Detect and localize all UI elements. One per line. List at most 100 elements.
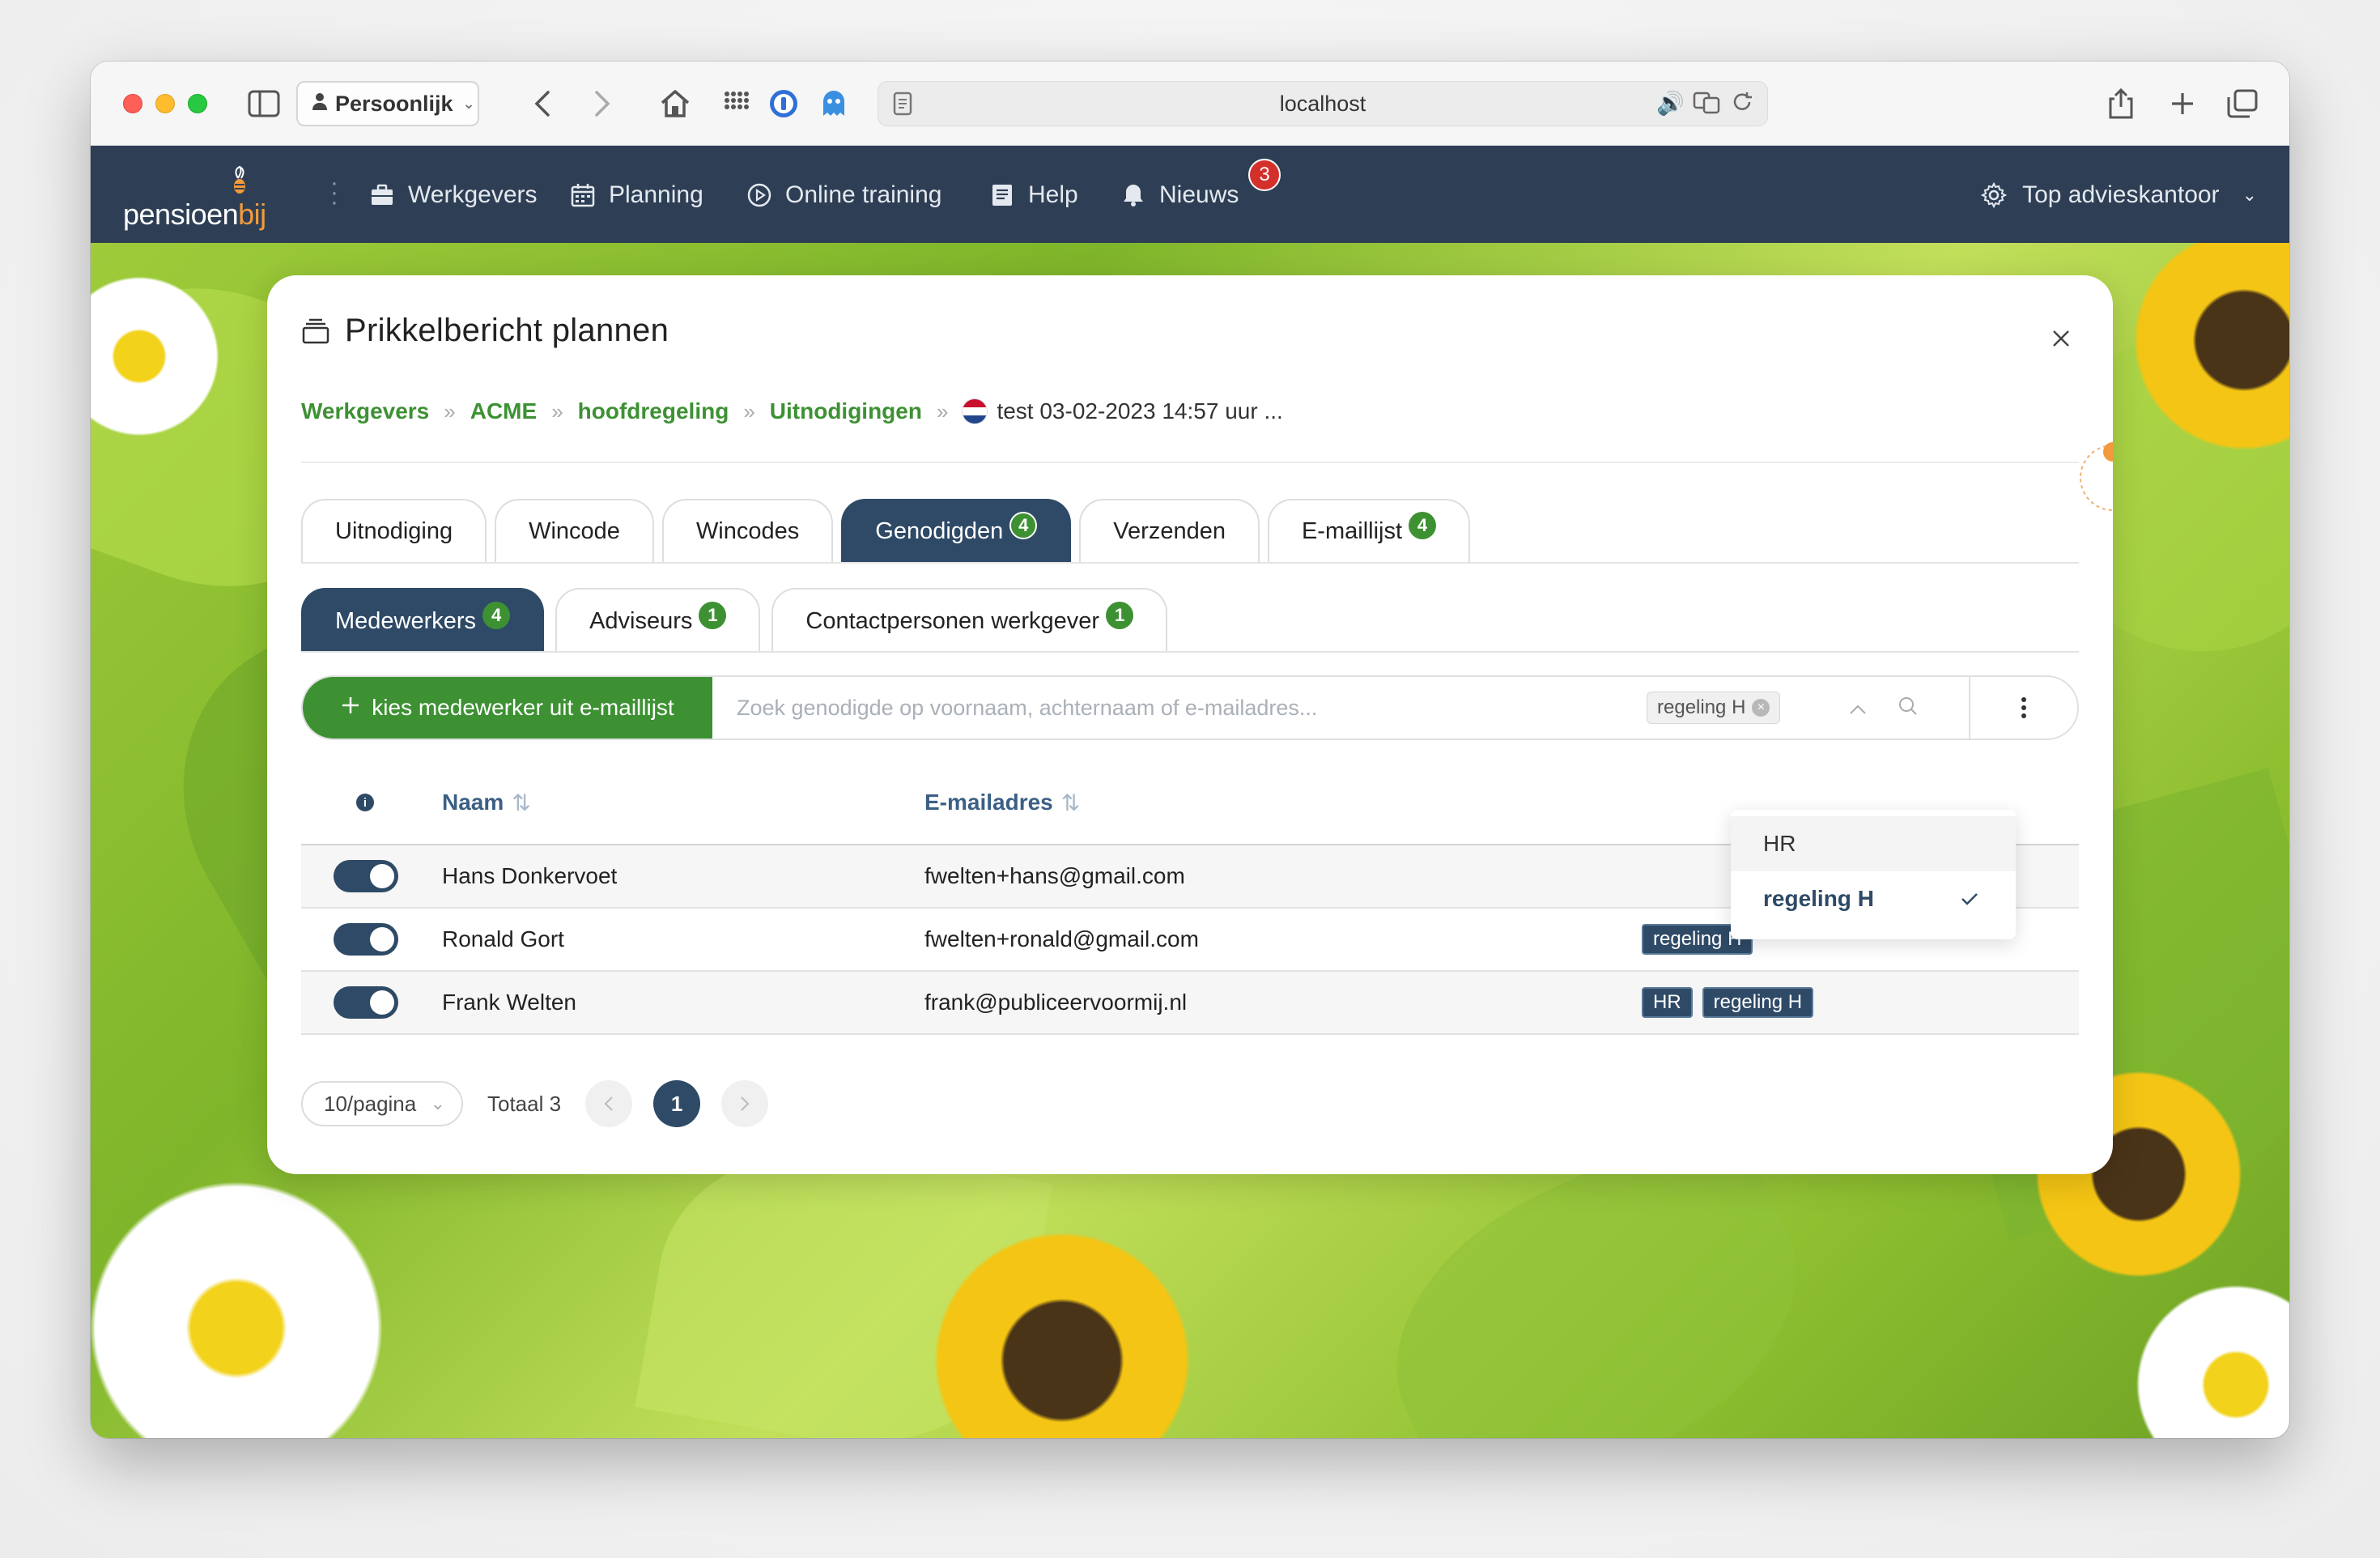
nav-nieuws[interactable]: Nieuws <box>1120 175 1239 215</box>
option-label: HR <box>1763 831 1796 856</box>
account-menu[interactable]: Top advieskantoor ⌄ <box>1980 175 2257 215</box>
tab-verzenden[interactable]: Verzenden <box>1079 499 1260 562</box>
breadcrumb-werkgevers[interactable]: Werkgevers <box>301 398 429 424</box>
include-toggle[interactable] <box>334 923 398 956</box>
chevron-down-icon: ⌄ <box>462 95 475 112</box>
total-count: Totaal 3 <box>487 1091 562 1116</box>
pensioenbij-logo[interactable]: pensioenbij <box>123 164 285 231</box>
column-header-naam[interactable]: Naam ⇅ <box>442 790 531 816</box>
double-chevron-right-icon: » <box>551 398 563 424</box>
sidebar-toggle-icon[interactable] <box>246 86 282 121</box>
tab-wincodes[interactable]: Wincodes <box>661 499 834 562</box>
column-header-email[interactable]: E-mailadres ⇅ <box>924 790 1080 816</box>
page-button-current[interactable]: 1 <box>653 1080 701 1127</box>
subtab-label: Medewerkers <box>335 607 477 634</box>
include-toggle[interactable] <box>334 986 398 1019</box>
next-page-button[interactable] <box>721 1080 769 1127</box>
cell-email: frank@publiceervoormij.nl <box>924 990 1188 1015</box>
search-placeholder: Zoek genodigde op voornaam, achternaam o… <box>737 695 1318 720</box>
grid-apps-icon[interactable] <box>719 86 754 121</box>
add-button-label: kies medewerker uit e-maillijst <box>372 695 674 720</box>
nav-help-label: Help <box>1028 181 1078 208</box>
page-icon <box>893 92 912 121</box>
nav-werkgevers[interactable]: Werkgevers <box>369 175 538 215</box>
share-icon[interactable] <box>2103 86 2139 121</box>
back-icon[interactable] <box>525 86 560 121</box>
book-icon <box>992 185 1012 206</box>
stack-icon <box>302 318 329 343</box>
cell-email: fwelten+hans@gmail.com <box>924 863 1185 888</box>
nav-help[interactable]: Help <box>989 175 1078 215</box>
nav-online-training[interactable]: Online training <box>746 175 941 215</box>
tag-badge: regeling H <box>1702 987 1814 1018</box>
subtab-medewerkers[interactable]: Medewerkers 4 <box>301 588 545 653</box>
tab-label: Wincode <box>529 517 620 544</box>
subtab-contactpersonen[interactable]: Contactpersonen werkgever 1 <box>771 588 1168 653</box>
subtab-adviseurs[interactable]: Adviseurs 1 <box>555 588 761 653</box>
breadcrumb-current-label: test 03-02-2023 14:57 uur ... <box>997 398 1283 424</box>
zoom-window-button[interactable] <box>188 94 207 113</box>
progress-ring-icon <box>2056 437 2113 518</box>
news-count-badge: 3 <box>1248 159 1281 191</box>
minimize-window-button[interactable] <box>155 94 175 113</box>
double-chevron-right-icon: » <box>936 398 949 424</box>
page-size-select[interactable]: 10/pagina ⌄ <box>301 1081 463 1126</box>
address-bar[interactable]: localhost 🔊 <box>878 81 1768 126</box>
info-icon[interactable]: i <box>356 794 374 811</box>
speaker-icon[interactable]: 🔊 <box>1656 90 1685 121</box>
nav-planning[interactable]: Planning <box>570 175 703 215</box>
home-icon[interactable] <box>657 86 693 121</box>
filter-chip[interactable]: regeling H × <box>1647 692 1781 724</box>
add-from-maillist-button[interactable]: kies medewerker uit e-maillijst <box>303 677 712 739</box>
tab-label: Verzenden <box>1113 517 1226 544</box>
remove-chip-icon[interactable]: × <box>1752 699 1770 717</box>
cell-name: Hans Donkervoet <box>442 863 618 888</box>
play-circle-icon <box>747 183 771 207</box>
gear-icon <box>1980 181 2008 209</box>
new-tab-icon[interactable] <box>2165 86 2200 121</box>
logo-text-main: pensioen <box>123 198 239 231</box>
ghost-extension-icon[interactable] <box>816 86 852 121</box>
tab-overview-icon[interactable] <box>2225 86 2260 121</box>
dropdown-option-regeling-h[interactable]: regeling H <box>1731 871 2016 926</box>
more-options-button[interactable] <box>1969 677 2077 739</box>
dropdown-option-hr[interactable]: HR <box>1731 816 2016 871</box>
filter-chip-label: regeling H <box>1657 696 1746 718</box>
close-icon[interactable] <box>2046 324 2076 353</box>
chevron-left-icon <box>604 1096 613 1111</box>
breadcrumb-uitnodigingen[interactable]: Uitnodigingen <box>770 398 922 424</box>
calendar-icon <box>571 184 595 207</box>
plus-icon <box>341 695 360 721</box>
pagination: 10/pagina ⌄ Totaal 3 1 <box>301 1080 769 1127</box>
prev-page-button[interactable] <box>585 1080 633 1127</box>
chevron-up-icon[interactable] <box>1849 696 1867 721</box>
search-icon[interactable] <box>1898 696 1919 721</box>
include-toggle[interactable] <box>334 860 398 892</box>
breadcrumb-current: test 03-02-2023 14:57 uur ... <box>963 398 1283 424</box>
cell-tags: HR regeling H <box>1642 987 1814 1018</box>
cell-name: Ronald Gort <box>442 926 564 951</box>
person-icon <box>311 92 329 117</box>
forward-icon[interactable] <box>584 86 620 121</box>
search-input[interactable]: Zoek genodigde op voornaam, achternaam o… <box>712 677 1969 739</box>
translate-icon[interactable] <box>1693 90 1722 121</box>
tab-e-maillijst[interactable]: E-maillijst 4 <box>1267 499 1471 562</box>
account-name: Top advieskantoor <box>2022 181 2220 208</box>
page-size-label: 10/pagina <box>324 1091 417 1116</box>
browser-toolbar: Persoonlijk ⌄ localhost 🔊 <box>91 62 2289 146</box>
invitee-toolbar: kies medewerker uit e-maillijst Zoek gen… <box>301 675 2079 740</box>
main-tabs: Uitnodiging Wincode Wincodes Genodigden 4… <box>301 499 1471 562</box>
logo-text-accent: bij <box>238 198 266 231</box>
breadcrumb-hoofdregeling[interactable]: hoofdregeling <box>578 398 729 424</box>
tab-wincode[interactable]: Wincode <box>495 499 654 562</box>
password-manager-icon[interactable] <box>766 86 801 121</box>
tab-uitnodiging[interactable]: Uitnodiging <box>301 499 487 562</box>
reload-icon[interactable] <box>1730 90 1754 121</box>
nav-nieuws-label: Nieuws <box>1159 181 1239 208</box>
close-window-button[interactable] <box>123 94 142 113</box>
tab-genodigden[interactable]: Genodigden 4 <box>841 499 1072 562</box>
breadcrumb-acme[interactable]: ACME <box>470 398 537 424</box>
profile-switcher[interactable]: Persoonlijk ⌄ <box>296 81 479 126</box>
browser-window: Persoonlijk ⌄ localhost 🔊 pensioenbij · … <box>91 62 2289 1438</box>
count-badge: 4 <box>482 602 511 629</box>
